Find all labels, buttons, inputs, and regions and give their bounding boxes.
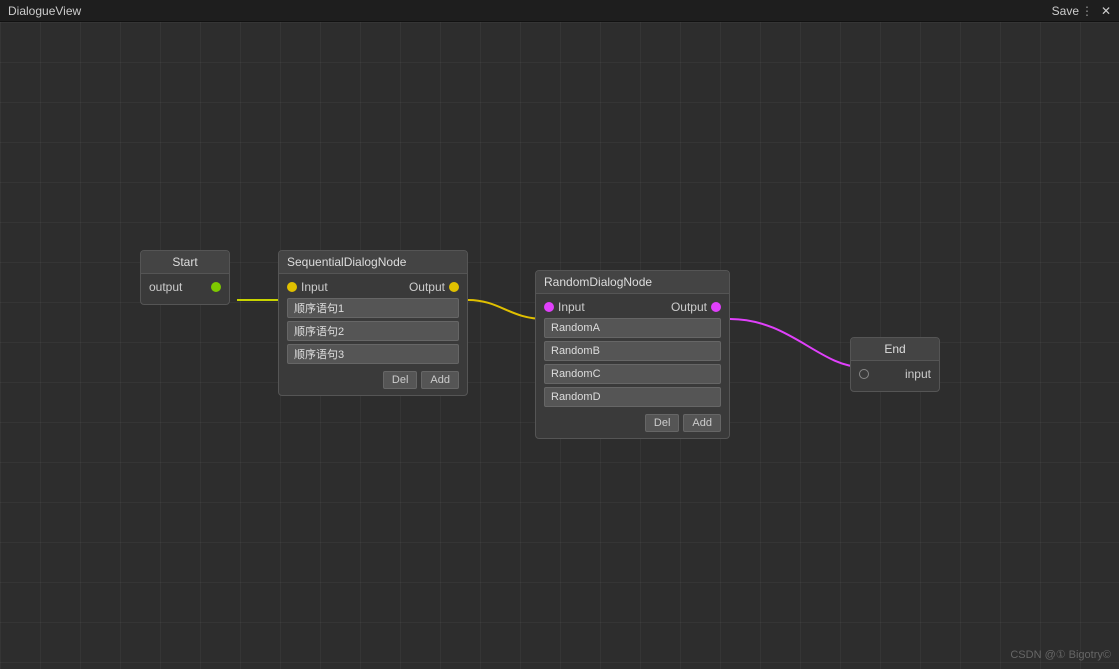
random-field-0[interactable] bbox=[544, 318, 721, 338]
sequential-field-1[interactable] bbox=[287, 321, 459, 341]
sequential-output-label: Output bbox=[409, 280, 445, 294]
sequential-del-button[interactable]: Del bbox=[383, 371, 418, 389]
close-icon[interactable]: ✕ bbox=[1101, 4, 1111, 18]
sequential-field-2[interactable] bbox=[287, 344, 459, 364]
start-output-row: output bbox=[149, 280, 221, 294]
node-end[interactable]: End input bbox=[850, 337, 940, 392]
sequential-ports-row: Input Output bbox=[287, 280, 459, 294]
node-sequential-header: SequentialDialogNode bbox=[279, 251, 467, 274]
titlebar-title: DialogueView bbox=[8, 4, 81, 18]
end-input-label: input bbox=[905, 367, 931, 381]
node-start-body: output bbox=[141, 274, 229, 304]
random-input-port-container: Input bbox=[544, 300, 585, 314]
node-start[interactable]: Start output bbox=[140, 250, 230, 305]
node-random-body: Input Output Del Add bbox=[536, 294, 729, 438]
node-random[interactable]: RandomDialogNode Input Output Del Add bbox=[535, 270, 730, 439]
watermark: CSDN @① Bigotry© bbox=[1010, 648, 1111, 661]
end-input-port[interactable] bbox=[859, 369, 869, 379]
random-ports-row: Input Output bbox=[544, 300, 721, 314]
sequential-field-0[interactable] bbox=[287, 298, 459, 318]
sequential-output-port-container: Output bbox=[409, 280, 459, 294]
start-output-label: output bbox=[149, 280, 182, 294]
node-start-header: Start bbox=[141, 251, 229, 274]
node-sequential-body: Input Output Del Add bbox=[279, 274, 467, 395]
save-button[interactable]: Save bbox=[1052, 4, 1079, 18]
random-input-port[interactable] bbox=[544, 302, 554, 312]
sequential-btn-row: Del Add bbox=[287, 371, 459, 389]
node-end-header: End bbox=[851, 338, 939, 361]
sequential-input-label: Input bbox=[301, 280, 328, 294]
sequential-add-button[interactable]: Add bbox=[421, 371, 459, 389]
random-add-button[interactable]: Add bbox=[683, 414, 721, 432]
node-random-header: RandomDialogNode bbox=[536, 271, 729, 294]
node-sequential[interactable]: SequentialDialogNode Input Output Del Ad… bbox=[278, 250, 468, 396]
node-end-body: input bbox=[851, 361, 939, 391]
random-output-port-container: Output bbox=[671, 300, 721, 314]
random-output-port[interactable] bbox=[711, 302, 721, 312]
random-field-1[interactable] bbox=[544, 341, 721, 361]
canvas: Start output SequentialDialogNode Input … bbox=[0, 22, 1119, 669]
random-output-label: Output bbox=[671, 300, 707, 314]
menu-icon[interactable]: ⋮ bbox=[1081, 4, 1093, 18]
end-input-row: input bbox=[859, 367, 931, 381]
sequential-input-port[interactable] bbox=[287, 282, 297, 292]
random-input-label: Input bbox=[558, 300, 585, 314]
random-del-button[interactable]: Del bbox=[645, 414, 680, 432]
random-field-3[interactable] bbox=[544, 387, 721, 407]
sequential-input-port-container: Input bbox=[287, 280, 328, 294]
titlebar: DialogueView ⋮ ✕ bbox=[0, 0, 1119, 22]
titlebar-controls: ⋮ ✕ bbox=[1081, 4, 1111, 18]
sequential-output-port[interactable] bbox=[449, 282, 459, 292]
random-field-2[interactable] bbox=[544, 364, 721, 384]
random-btn-row: Del Add bbox=[544, 414, 721, 432]
start-output-port[interactable] bbox=[211, 282, 221, 292]
